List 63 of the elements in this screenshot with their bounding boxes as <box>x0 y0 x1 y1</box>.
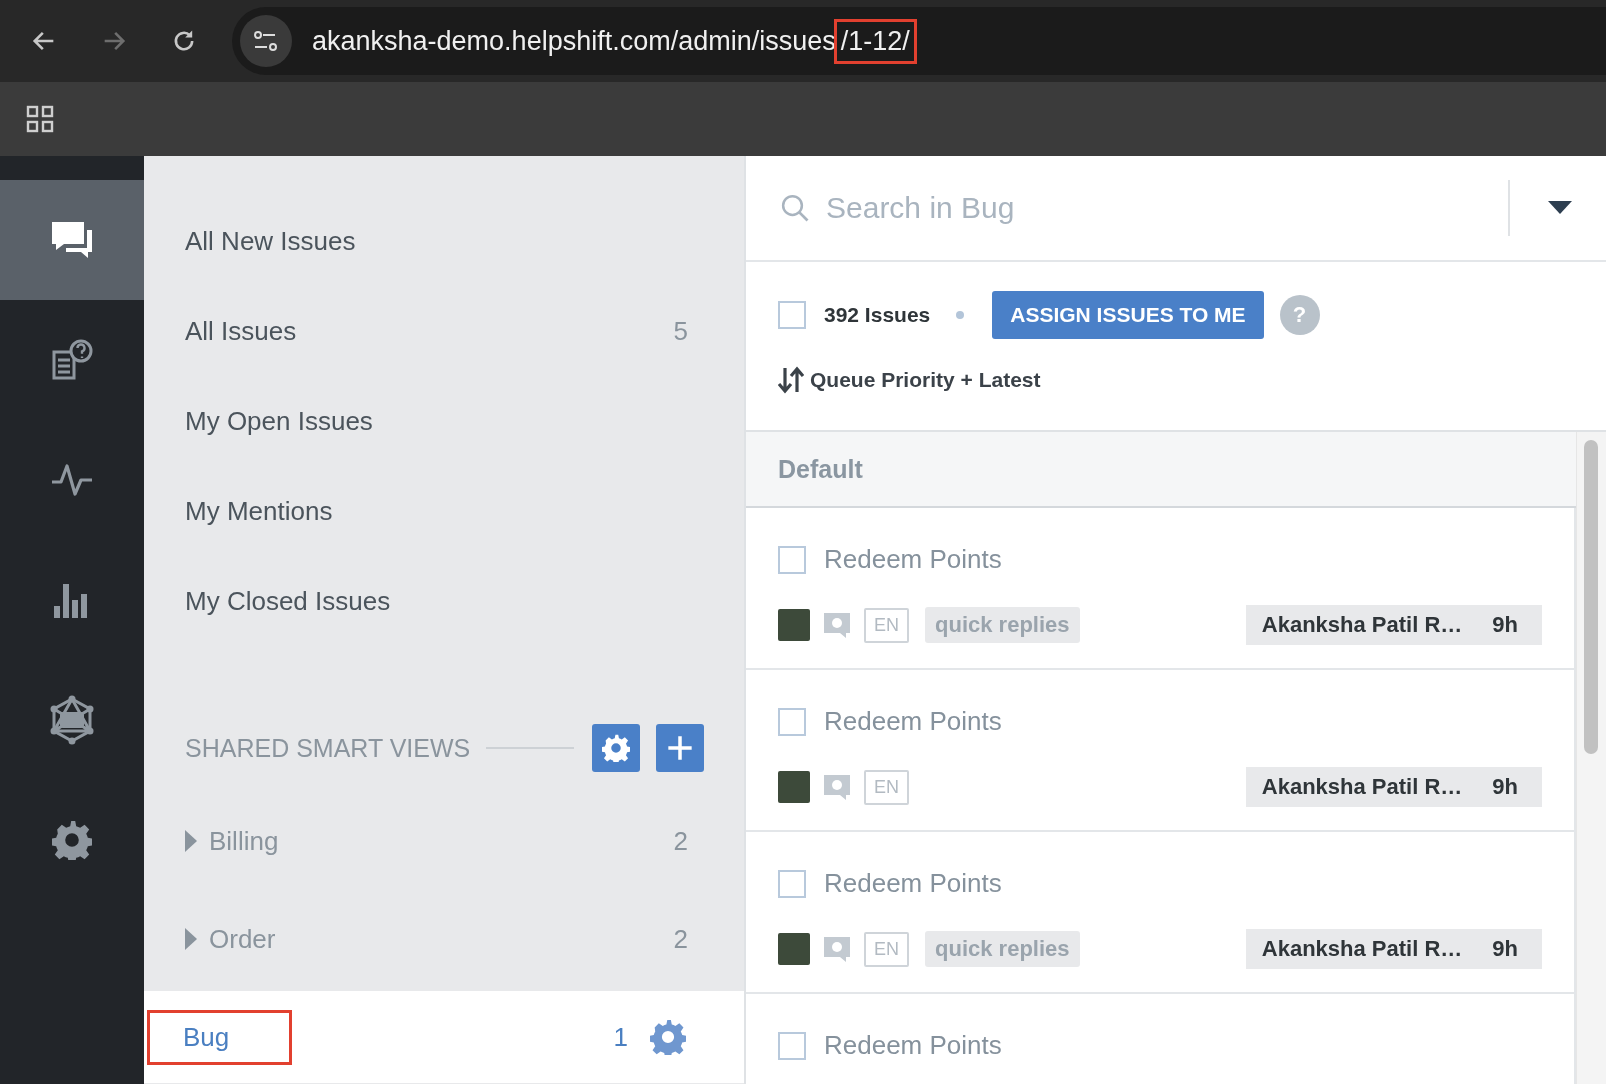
url-text: akanksha-demo.helpshift.com/admin/issues <box>312 25 836 57</box>
tag: quick replies <box>925 607 1080 643</box>
language-tag: EN <box>864 931 909 967</box>
issue-title: Redeem Points <box>824 544 1002 575</box>
chat-bubbles-icon <box>50 220 94 260</box>
avatar-photo-placeholder <box>778 933 810 965</box>
sort-control[interactable]: Queue Priority + Latest <box>778 366 1041 394</box>
nav-item[interactable]: All New Issues <box>144 196 744 286</box>
issue-checkbox[interactable] <box>778 869 806 898</box>
add-button[interactable] <box>656 724 704 772</box>
nav-item[interactable]: My Mentions <box>144 466 744 556</box>
issue-title: Redeem Points <box>824 868 1002 899</box>
caret-down-icon[interactable] <box>1548 201 1572 215</box>
assignee-name: Akanksha Patil R… <box>1261 774 1463 800</box>
issue-age: 9h <box>1492 936 1518 962</box>
issue-age: 9h <box>1492 774 1518 800</box>
avatar-photo-placeholder <box>778 609 810 641</box>
assignee-name: Akanksha Patil R… <box>1261 612 1463 638</box>
issue-checkbox[interactable] <box>778 545 806 574</box>
issue-card[interactable]: Redeem Points EN quick replies Akanksha Patil R… 9h <box>746 508 1576 670</box>
chat-bubble-icon <box>822 773 852 801</box>
apps-grid-icon[interactable] <box>26 105 54 133</box>
scrollbar-thumb[interactable] <box>1584 440 1598 754</box>
issue-card[interactable]: Redeem Points <box>746 994 1576 1084</box>
issue-card[interactable]: Redeem Points EN Akanksha Patil R… 9h <box>746 670 1576 832</box>
pulse-icon <box>50 462 94 498</box>
issue-card[interactable]: Redeem Points EN quick replies Akanksha Patil R… 9h <box>746 832 1576 994</box>
rail-item[interactable] <box>0 180 144 300</box>
search-icon <box>780 193 810 223</box>
nav-item[interactable]: My Open Issues <box>144 376 744 466</box>
issue-title: Redeem Points <box>824 1030 1002 1061</box>
separator-dot <box>956 311 965 319</box>
assignee-name: Akanksha Patil R… <box>1261 936 1463 962</box>
assign-button[interactable]: ASSIGN ISSUES TO ME <box>992 291 1264 339</box>
plus-icon <box>666 734 694 762</box>
expand-triangle-icon[interactable] <box>185 928 197 950</box>
issue-checkbox[interactable] <box>778 707 806 736</box>
chat-bubble-icon <box>822 611 852 639</box>
language-tag: EN <box>864 607 909 643</box>
section-title: SHARED SMART VIEWS <box>185 733 471 763</box>
sort-arrows-icon <box>778 366 804 394</box>
smart-view-item[interactable]: Bug 1 <box>144 991 744 1083</box>
nav-item[interactable]: My Closed Issues <box>144 556 744 646</box>
nav-item[interactable]: All Issues 5 <box>144 286 744 376</box>
address-bar[interactable]: akanksha-demo.helpshift.com/admin/issues /1-12/ <box>232 7 1606 75</box>
chat-bubble-icon <box>822 935 852 963</box>
url-highlight: /1-12/ <box>833 18 917 64</box>
tag: quick replies <box>925 931 1080 967</box>
document-question-icon <box>50 338 94 382</box>
search-field[interactable]: Search in Bug <box>824 190 1494 226</box>
issue-title: Redeem Points <box>824 706 1002 737</box>
settings-button[interactable] <box>592 724 640 772</box>
expand-triangle-icon[interactable] <box>185 830 197 852</box>
settings-icon <box>52 820 92 860</box>
settings-icon[interactable] <box>650 1019 686 1055</box>
settings-icon <box>602 734 630 762</box>
avatar-photo-placeholder <box>778 771 810 803</box>
select-all-checkbox[interactable] <box>778 301 806 329</box>
site-settings-icon[interactable] <box>240 15 292 67</box>
issue-age: 9h <box>1492 612 1518 638</box>
language-tag: EN <box>864 769 909 805</box>
issue-checkbox[interactable] <box>778 1031 806 1060</box>
issue-count: 392 Issues <box>824 303 931 327</box>
